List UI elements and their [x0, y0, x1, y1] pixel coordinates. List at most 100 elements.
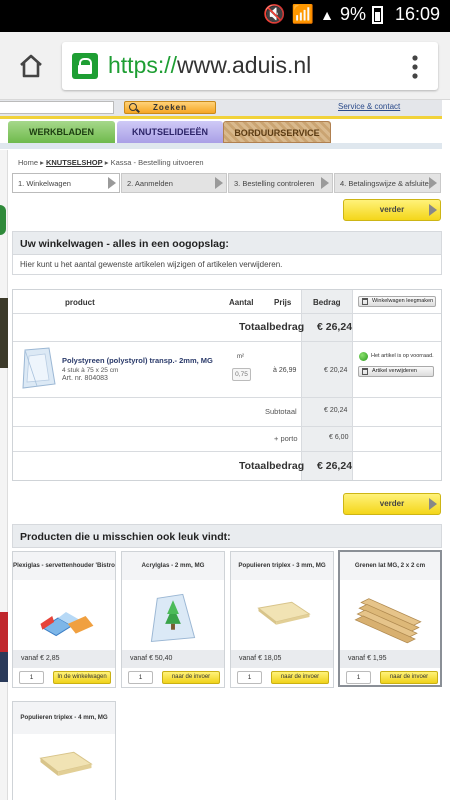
suggestions-section-title: Producten die u misschien ook leuk vindt… [12, 524, 442, 548]
battery-percent: 9% [339, 4, 366, 24]
item-quantity-input[interactable]: 0,75 [232, 368, 251, 381]
search-button[interactable]: Zoeken [124, 101, 216, 114]
col-header-aantal: Aantal [229, 298, 254, 307]
product-title[interactable]: Populieren triplex - 4 mm, MG [13, 702, 115, 734]
in-stock-icon [359, 352, 368, 361]
porto-label: + porto [274, 434, 298, 443]
go-to-product-button[interactable]: naar de invoer [380, 671, 438, 684]
menu-kebab-icon[interactable] [410, 54, 420, 80]
tab-knutselideeen[interactable]: KNUTSELIDEEËN [117, 121, 223, 143]
site-search-input[interactable] [0, 101, 114, 114]
total-label: Totaalbedrag [239, 460, 305, 472]
col-header-product: product [65, 298, 95, 307]
product-image [13, 580, 115, 650]
product-title[interactable]: Plexiglas - servettenhouder 'Bistro' [13, 552, 115, 580]
tab-borduurservice[interactable]: BORDUURSERVICE [223, 121, 331, 143]
header-divider [0, 116, 442, 119]
product-qty-input[interactable]: 1 [346, 671, 371, 684]
sidebar-badge [0, 205, 6, 235]
verder-button-top[interactable]: verder [343, 199, 441, 221]
total-value: € 26,24 [317, 460, 353, 472]
status-bar: 🔇 📶 ▲ 9% 16:09 [0, 0, 450, 32]
total-value-top: € 26,24 [317, 321, 353, 333]
trash-icon [362, 298, 368, 305]
product-price: vanaf € 50,40 [122, 650, 224, 668]
mute-icon: 🔇 [263, 4, 286, 24]
chevron-right-icon [321, 177, 329, 189]
product-price: vanaf € 1,95 [340, 650, 440, 668]
sidebar-image [0, 652, 8, 682]
step-aanmelden[interactable]: 2. Aanmelden [121, 173, 227, 193]
battery-icon [371, 5, 383, 24]
breadcrumb-separator: ▸ [40, 158, 44, 167]
product-card[interactable]: Acrylglas - 2 mm, MG vanaf € 50,40 1 naa… [121, 551, 225, 688]
porto-value: € 6,00 [329, 434, 349, 441]
go-to-product-button[interactable]: naar de invoer [162, 671, 220, 684]
service-contact-link[interactable]: Service & contact [338, 102, 400, 111]
remove-item-button[interactable]: Artikel verwijderen [358, 366, 434, 377]
product-card[interactable]: Populieren triplex - 4 mm, MG [12, 701, 116, 800]
sidebar-image [0, 612, 8, 652]
cart-section-title: Uw winkelwagen - alles in een oogopslag: [12, 231, 442, 255]
signal-icon: ▲ [320, 6, 334, 23]
search-icon [129, 103, 137, 111]
breadcrumb-current: Kassa - Bestelling uitvoeren [110, 158, 204, 167]
subtotal-label: Subtotaal [265, 407, 297, 416]
breadcrumb: Home ▸ KNUTSELSHOP ▸ Kassa - Bestelling … [18, 158, 204, 167]
lock-icon [72, 53, 98, 79]
trash-icon [362, 368, 368, 375]
product-thumbnail [22, 347, 56, 389]
col-header-prijs: Prijs [274, 298, 292, 307]
product-price: vanaf € 18,05 [231, 650, 333, 668]
verder-button-bottom[interactable]: verder [343, 493, 441, 515]
home-icon[interactable] [18, 53, 44, 79]
product-image [13, 734, 115, 800]
product-image [231, 580, 333, 650]
chevron-right-icon [215, 177, 223, 189]
item-description: 4 stuk à 75 x 25 cm [62, 367, 119, 374]
nav-underline [0, 143, 442, 149]
wifi-icon: 📶 [291, 4, 315, 24]
breadcrumb-shop[interactable]: KNUTSELSHOP [46, 158, 103, 167]
stock-status: Het artikel is op voorraad. [371, 353, 434, 359]
product-qty-input[interactable]: 1 [19, 671, 44, 684]
chevron-right-icon [108, 177, 116, 189]
cart-table: product Aantal Prijs Bedrag Winkelwagen … [12, 289, 442, 481]
go-to-product-button[interactable]: naar de invoer [271, 671, 329, 684]
step-winkelwagen[interactable]: 1. Winkelwagen [12, 173, 120, 193]
subtotal-value: € 20,24 [324, 407, 348, 414]
product-card[interactable]: Grenen lat MG, 2 x 2 cm vanaf € 1,95 1 n… [338, 550, 442, 687]
item-unit: m² [237, 354, 244, 360]
left-sidebar-edge [0, 150, 8, 800]
breadcrumb-home[interactable]: Home [18, 158, 38, 167]
sidebar-image [0, 298, 8, 368]
product-price: vanaf € 2,85 [13, 650, 115, 668]
product-card[interactable]: Populieren triplex - 3 mm, MG vanaf € 18… [230, 551, 334, 688]
step-betalingswijze[interactable]: 4. Betalingswijze & afsluiten [334, 173, 441, 193]
total-label-top: Totaalbedrag [239, 321, 305, 333]
product-title[interactable]: Acrylglas - 2 mm, MG [122, 552, 224, 580]
item-artnr: Art. nr. 804083 [62, 375, 108, 382]
product-title[interactable]: Grenen lat MG, 2 x 2 cm [340, 552, 440, 580]
address-bar[interactable]: https://www.aduis.nl [62, 42, 438, 90]
add-to-cart-button[interactable]: In de winkelwagen [53, 671, 111, 684]
item-name[interactable]: Polystyreen (polystyrol) transp.- 2mm, M… [62, 356, 213, 365]
chevron-right-icon [429, 204, 437, 216]
product-title[interactable]: Populieren triplex - 3 mm, MG [231, 552, 333, 580]
breadcrumb-separator: ▸ [104, 158, 109, 167]
col-header-bedrag: Bedrag [313, 298, 341, 307]
cart-section-intro: Hier kunt u het aantal gewenste artikele… [12, 255, 442, 275]
item-amount: € 20,24 [324, 367, 348, 374]
step-bestelling-controleren[interactable]: 3. Bestelling controleren [228, 173, 333, 193]
product-qty-input[interactable]: 1 [237, 671, 262, 684]
clear-cart-button[interactable]: Winkelwagen leegmaken [358, 296, 436, 307]
url-text[interactable]: https://www.aduis.nl [108, 52, 311, 79]
tab-werkbladen[interactable]: WERKBLADEN [8, 121, 115, 143]
product-card[interactable]: Plexiglas - servettenhouder 'Bistro' van… [12, 551, 116, 688]
product-qty-input[interactable]: 1 [128, 671, 153, 684]
item-unit-price: à 26,99 [273, 367, 297, 374]
clock: 16:09 [394, 4, 440, 24]
product-image [122, 580, 224, 650]
browser-toolbar: https://www.aduis.nl [0, 32, 450, 100]
chevron-right-icon [429, 498, 437, 510]
